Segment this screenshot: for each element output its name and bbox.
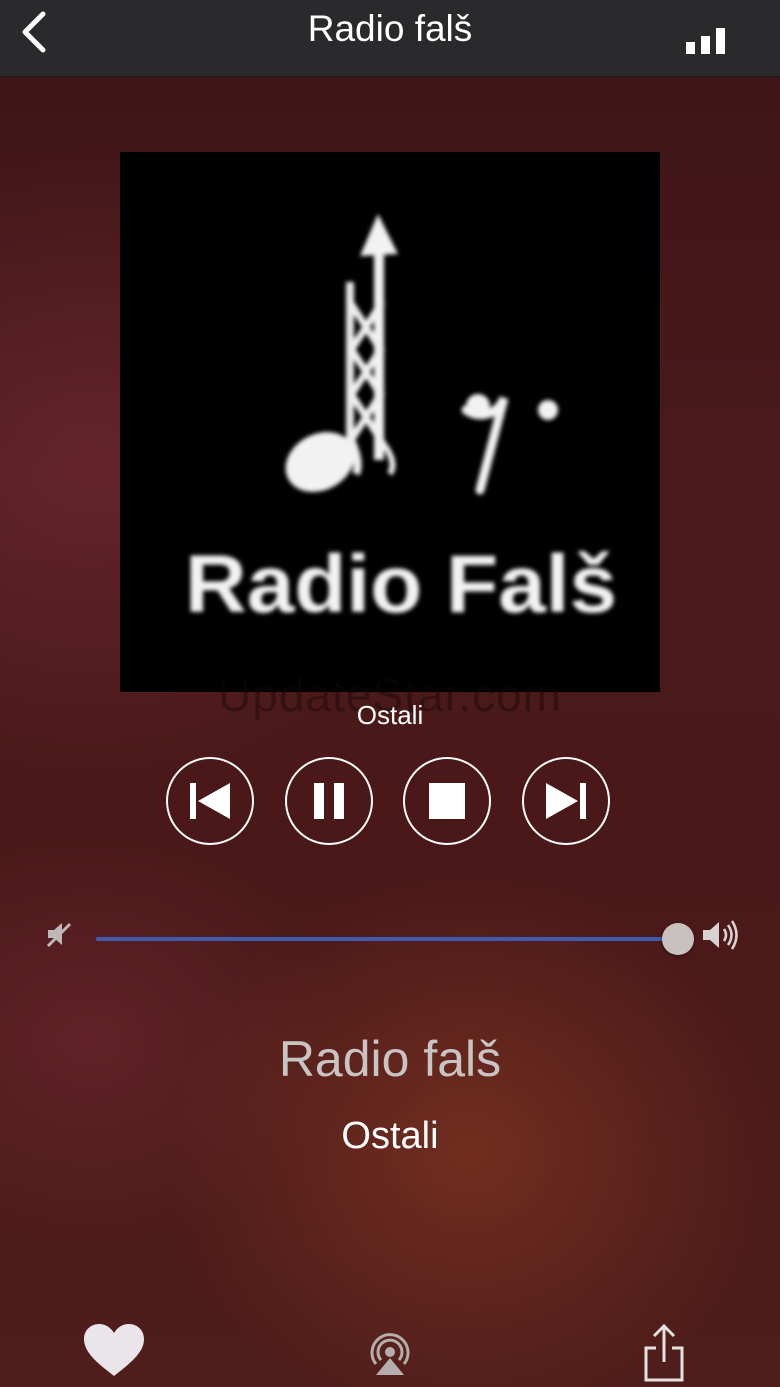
volume-slider-thumb[interactable] — [662, 923, 694, 955]
volume-slider-fill — [96, 937, 682, 941]
airplay-icon[interactable] — [366, 1332, 414, 1376]
top-bar: Radio falš — [0, 0, 780, 77]
stop-button[interactable] — [403, 757, 491, 845]
previous-button[interactable] — [166, 757, 254, 845]
signal-button[interactable] — [678, 18, 732, 54]
station-genre: Ostali — [341, 1115, 439, 1157]
pause-button[interactable] — [285, 757, 373, 845]
station-name: Radio falš — [278, 1031, 502, 1087]
volume-mute-icon[interactable] — [44, 918, 76, 950]
volume-slider[interactable] — [96, 923, 694, 955]
signal-bars-icon — [685, 42, 695, 54]
share-icon[interactable] — [640, 1322, 688, 1382]
pause-icon — [314, 783, 344, 819]
genre-caption: Ostali — [356, 700, 424, 730]
artwork-logo-text: Radio Falš — [185, 539, 617, 630]
skip-next-icon — [546, 783, 586, 819]
station-artwork: Radio Falš — [120, 152, 660, 692]
music-note-icon — [285, 214, 558, 495]
stop-icon — [429, 783, 465, 819]
next-button[interactable] — [522, 757, 610, 845]
heart-icon[interactable] — [82, 1322, 146, 1378]
skip-previous-icon — [190, 783, 230, 819]
volume-high-icon[interactable] — [700, 918, 740, 952]
page-title: Radio falš — [307, 8, 473, 49]
chevron-left-icon — [22, 11, 46, 53]
back-button[interactable] — [12, 6, 56, 58]
